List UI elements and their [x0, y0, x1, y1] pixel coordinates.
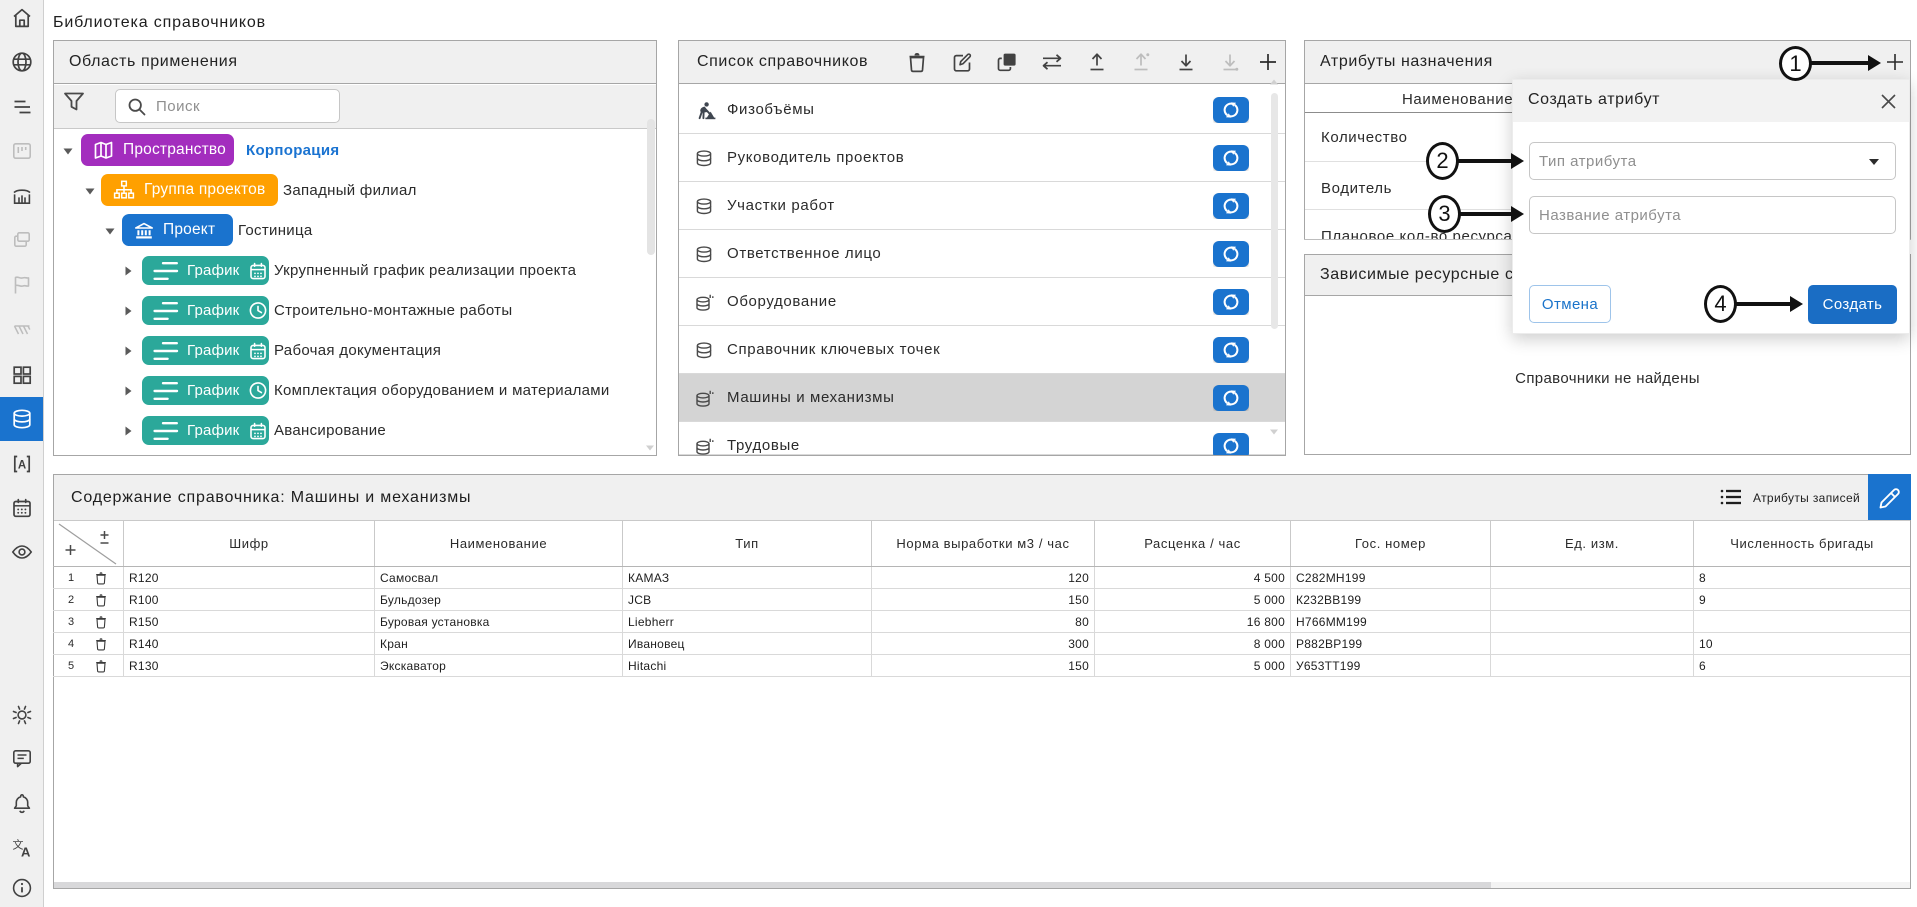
- svg-text:A: A: [18, 459, 26, 471]
- svg-text:A: A: [21, 845, 31, 860]
